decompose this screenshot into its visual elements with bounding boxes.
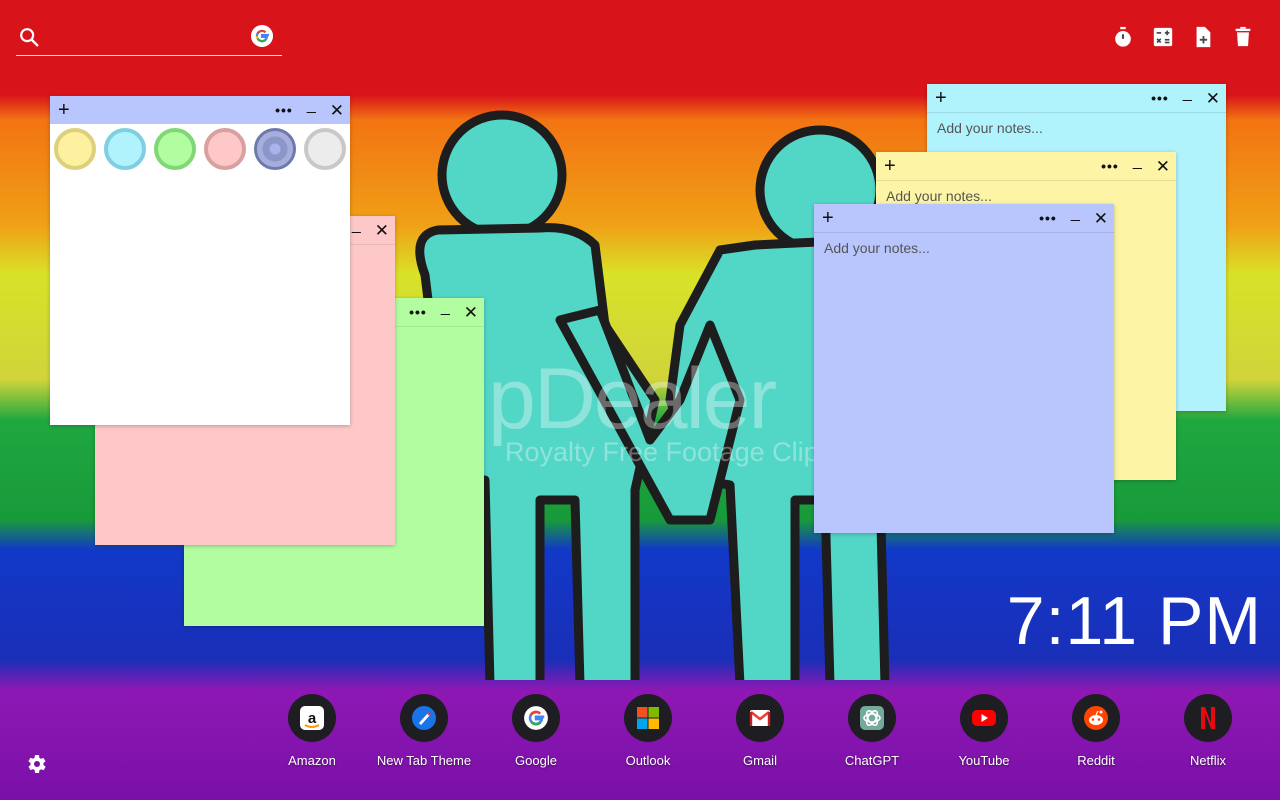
shortcut-youtube[interactable]: YouTube (928, 694, 1040, 768)
shortcut-chatgpt[interactable]: ChatGPT (816, 694, 928, 768)
outlook-icon (624, 694, 672, 742)
clock: 7:11 PM (1006, 583, 1262, 659)
shortcut-new-tab-theme[interactable]: New Tab Theme (368, 694, 480, 768)
add-note-icon[interactable]: + (884, 153, 896, 179)
shortcut-reddit[interactable]: Reddit (1040, 694, 1152, 768)
more-options-icon[interactable]: ••• (409, 305, 427, 319)
calculator-icon[interactable] (1150, 24, 1176, 50)
minimize-icon[interactable]: _ (1133, 154, 1142, 170)
color-swatch-white[interactable] (300, 124, 350, 174)
color-swatch-yellow[interactable] (50, 124, 100, 174)
watermark-title: pDealer (488, 351, 777, 447)
add-note-icon[interactable]: + (935, 85, 947, 111)
shortcut-label: New Tab Theme (376, 753, 472, 768)
color-swatch-pink[interactable] (200, 124, 250, 174)
shortcut-label: YouTube (958, 753, 1010, 768)
color-palette (50, 124, 350, 176)
note-header: + ••• _ ✕ (50, 96, 350, 124)
amazon-icon: a (288, 694, 336, 742)
color-swatch-green[interactable] (150, 124, 200, 174)
google-icon (512, 694, 560, 742)
netflix-icon (1184, 694, 1232, 742)
minimize-icon[interactable]: _ (307, 98, 316, 114)
trash-icon[interactable] (1230, 24, 1256, 50)
close-icon[interactable]: ✕ (1156, 158, 1170, 175)
settings-gear-icon[interactable] (24, 752, 48, 776)
gmail-icon (736, 694, 784, 742)
more-options-icon[interactable]: ••• (275, 103, 293, 117)
shortcut-amazon[interactable]: a Amazon (256, 694, 368, 768)
reddit-icon (1072, 694, 1120, 742)
close-icon[interactable]: ✕ (330, 102, 344, 119)
add-note-icon[interactable]: + (822, 205, 834, 231)
search-input[interactable] (50, 26, 254, 52)
minimize-icon[interactable]: _ (352, 218, 361, 234)
sticky-note-periwinkle[interactable]: + ••• _ ✕ (814, 204, 1114, 533)
close-icon[interactable]: ✕ (464, 304, 478, 321)
shortcut-label: Outlook (625, 753, 671, 768)
timer-icon[interactable] (1110, 24, 1136, 50)
new-tab-theme-icon (400, 694, 448, 742)
close-icon[interactable]: ✕ (375, 222, 389, 239)
shortcut-gmail[interactable]: Gmail (704, 694, 816, 768)
shortcut-label: Reddit (1077, 753, 1115, 768)
shortcut-bar: a Amazon New Tab Theme Google Outlook Gm… (256, 694, 1264, 768)
shortcut-netflix[interactable]: Netflix (1152, 694, 1264, 768)
note-header: + ••• _ ✕ (876, 152, 1176, 181)
google-search-icon[interactable] (251, 25, 273, 47)
minimize-icon[interactable]: _ (441, 300, 450, 316)
color-swatch-blue[interactable] (100, 124, 150, 174)
watermark-subtitle: Royalty Free Footage Clips (505, 437, 833, 467)
more-options-icon[interactable]: ••• (1039, 211, 1057, 225)
sticky-note-white[interactable]: + ••• _ ✕ (50, 96, 350, 425)
color-swatch-periwinkle-selected[interactable] (250, 124, 300, 174)
close-icon[interactable]: ✕ (1094, 210, 1108, 227)
more-options-icon[interactable]: ••• (1151, 91, 1169, 105)
more-options-icon[interactable]: ••• (1101, 159, 1119, 173)
shortcut-google[interactable]: Google (480, 694, 592, 768)
svg-text:a: a (308, 710, 317, 727)
note-header: + ••• _ ✕ (927, 84, 1226, 113)
shortcut-outlook[interactable]: Outlook (592, 694, 704, 768)
note-textarea[interactable] (814, 232, 1114, 533)
new-note-icon[interactable] (1190, 24, 1216, 50)
search-bar (16, 22, 282, 56)
add-note-icon[interactable]: + (58, 97, 70, 123)
shortcut-label: Google (515, 753, 557, 768)
close-icon[interactable]: ✕ (1206, 90, 1220, 107)
search-icon[interactable] (18, 26, 40, 48)
shortcut-label: Gmail (743, 753, 777, 768)
shortcut-label: ChatGPT (844, 753, 900, 768)
chatgpt-icon (848, 694, 896, 742)
note-header: + ••• _ ✕ (814, 204, 1114, 233)
minimize-icon[interactable]: _ (1183, 86, 1192, 102)
minimize-icon[interactable]: _ (1071, 206, 1080, 222)
youtube-icon (960, 694, 1008, 742)
shortcut-label: Netflix (1189, 753, 1227, 768)
top-toolbar (1110, 24, 1256, 50)
shortcut-label: Amazon (288, 753, 336, 768)
